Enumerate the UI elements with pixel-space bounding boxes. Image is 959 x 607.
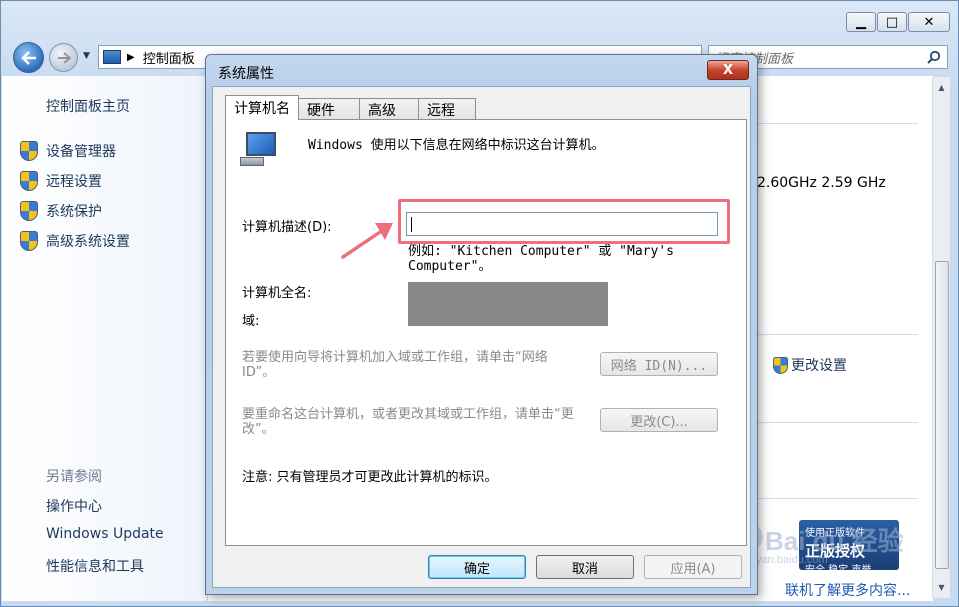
sidebar-link-performance[interactable]: 性能信息和工具 [46, 556, 144, 576]
admin-note: 注意: 只有管理员才可更改此计算机的标识。 [242, 470, 498, 485]
sidebar-link-action-center[interactable]: 操作中心 [46, 496, 102, 516]
vertical-scrollbar[interactable]: ▲ ▼ [932, 77, 950, 598]
sidebar-item-label: 远程设置 [46, 174, 102, 190]
breadcrumb-control-panel[interactable]: 控制面板 [143, 48, 195, 67]
processor-speed: 2.60GHz 2.59 GHz [757, 175, 886, 191]
change-button[interactable]: 更改(C)... [600, 408, 718, 432]
scroll-up-icon[interactable]: ▲ [933, 79, 950, 96]
full-name-label: 计算机全名: [242, 286, 312, 301]
intro-text: Windows 使用以下信息在网络中标识这台计算机。 [308, 138, 605, 153]
sidebar-item-system-protection[interactable]: 系统保护 [20, 201, 102, 221]
breadcrumb-arrow-icon[interactable]: ▶ [127, 52, 135, 63]
shield-icon [20, 231, 38, 251]
tab-hardware[interactable]: 硬件 [298, 98, 360, 120]
dialog-title: 系统属性 [218, 66, 274, 82]
watermark-brand: Bai du 经验 [765, 526, 904, 556]
search-icon[interactable] [927, 50, 941, 64]
monitor-base-shape [240, 157, 264, 166]
maximize-button[interactable]: □ [877, 12, 907, 32]
sidebar: 控制面板主页 设备管理器 远程设置 系统保护 高级系统设置 另请参阅 操作中心 … [2, 76, 207, 601]
control-panel-icon [103, 50, 121, 64]
scroll-thumb[interactable] [935, 261, 949, 569]
tab-remote[interactable]: 远程 [418, 98, 476, 120]
sidebar-home-link[interactable]: 控制面板主页 [46, 96, 130, 116]
sidebar-item-label: 高级系统设置 [46, 234, 130, 250]
computer-icon [240, 132, 282, 166]
dialog-close-button[interactable]: X [707, 60, 749, 80]
computer-name-panel: Windows 使用以下信息在网络中标识这台计算机。 计算机描述(D): 例如:… [225, 119, 747, 546]
change-settings-link[interactable]: 更改设置 [773, 355, 847, 375]
close-button[interactable]: ✕ [908, 12, 950, 32]
window-controls: ▁ □ ✕ [846, 12, 950, 32]
description-label: 计算机描述(D): [242, 220, 332, 235]
rename-text: 要重命名这台计算机，或者更改其域或工作组，请单击“更改”。 [242, 407, 574, 437]
change-settings-label: 更改设置 [791, 358, 847, 374]
tab-computer-name[interactable]: 计算机名 [225, 95, 299, 120]
minimize-icon: ▁ [856, 14, 866, 30]
sidebar-item-device-manager[interactable]: 设备管理器 [20, 141, 116, 161]
scroll-down-icon[interactable]: ▼ [933, 579, 950, 596]
sidebar-link-windows-update[interactable]: Windows Update [46, 526, 164, 542]
divider [758, 334, 918, 335]
tab-strip: 计算机名 硬件 高级 远程 [225, 95, 476, 120]
apply-button[interactable]: 应用(A) [644, 555, 742, 579]
shield-icon [20, 141, 38, 161]
recent-pages-dropdown[interactable]: ▼ [83, 51, 90, 61]
sidebar-item-advanced-settings[interactable]: 高级系统设置 [20, 231, 130, 251]
cancel-button[interactable]: 取消 [536, 555, 634, 579]
forward-arrow-icon [57, 51, 71, 64]
dialog-body: 计算机名 硬件 高级 远程 Windows 使用以下信息在网络中标识这台计算机。… [212, 86, 751, 588]
divider [758, 422, 918, 423]
divider [758, 498, 918, 499]
shield-icon [20, 171, 38, 191]
redacted-computer-info [408, 282, 608, 326]
back-arrow-icon [20, 50, 36, 65]
back-button[interactable] [13, 42, 44, 73]
network-id-button[interactable]: 网络 ID(N)... [600, 352, 718, 376]
tab-advanced[interactable]: 高级 [359, 98, 419, 120]
ok-button[interactable]: 确定 [428, 555, 526, 579]
maximize-icon: □ [885, 14, 899, 30]
baidu-watermark: Bai du 经验 jingyan.baidu.com [735, 521, 935, 571]
shield-icon [20, 201, 38, 221]
example-text: 例如: "Kitchen Computer" 或 "Mary's Compute… [408, 244, 674, 274]
sidebar-item-remote-settings[interactable]: 远程设置 [20, 171, 102, 191]
divider [758, 123, 918, 124]
see-also-heading: 另请参阅 [46, 469, 102, 485]
sidebar-item-label: 设备管理器 [46, 144, 116, 160]
shield-icon [773, 356, 788, 374]
monitor-shape [246, 132, 276, 156]
system-properties-dialog: 系统属性 X 计算机名 硬件 高级 远程 Windows 使用以下信息在网络中标… [205, 54, 758, 595]
highlight-box [398, 199, 730, 244]
close-icon: ✕ [923, 14, 935, 30]
forward-button[interactable] [49, 43, 78, 72]
sidebar-item-label: 系统保护 [46, 204, 102, 220]
minimize-button[interactable]: ▁ [846, 12, 876, 32]
learn-more-link[interactable]: 联机了解更多内容... [785, 580, 910, 600]
domain-label: 域: [242, 314, 260, 329]
annotation-arrow-icon [341, 223, 393, 259]
network-id-text: 若要使用向导将计算机加入域或工作组，请单击“网络 ID”。 [242, 350, 548, 380]
close-icon: X [722, 62, 734, 78]
